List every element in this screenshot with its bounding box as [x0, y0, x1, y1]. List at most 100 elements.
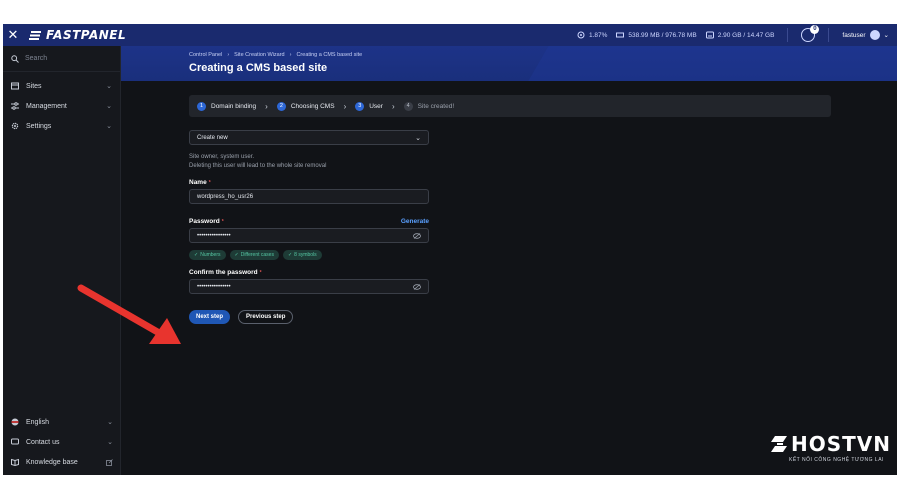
step-label: User: [369, 102, 383, 110]
name-field[interactable]: wordpress_ho_usr26: [189, 189, 429, 204]
note-line: Deleting this user will lead to the whol…: [189, 163, 327, 169]
external-link-icon: [106, 458, 113, 466]
select-value: Create new: [197, 134, 228, 141]
book-icon: [11, 458, 19, 466]
confirm-password-label: Confirm the password *: [189, 269, 429, 276]
form-actions: Next step Previous step: [189, 310, 429, 324]
sidebar-item-label: Management: [26, 102, 67, 110]
sidebar-item-knowledge-base[interactable]: Knowledge base: [3, 452, 121, 472]
chevron-down-icon: ⌄: [415, 134, 421, 142]
sidebar-item-sites[interactable]: Sites ⌄: [3, 76, 120, 96]
search-input[interactable]: Search: [25, 55, 47, 62]
chip-label: 8 symbols: [294, 252, 317, 258]
notifications-icon[interactable]: 0: [801, 25, 820, 42]
password-field[interactable]: ••••••••••••••••: [189, 228, 429, 243]
disk-stat: 2.90 GB / 14.47 GB: [705, 31, 774, 39]
memory-value: 538.99 MB / 976.78 MB: [628, 31, 697, 39]
app-window: ✕ FASTPANEL 1.87% 538.99 MB / 976.78 MB …: [3, 24, 897, 475]
eye-off-icon[interactable]: [413, 283, 421, 290]
sidebar-item-settings[interactable]: Settings ⌄: [3, 116, 120, 136]
chip-label: Different cases: [240, 252, 274, 258]
sidebar: Search Sites ⌄ Management ⌄ Settings ⌄ E…: [3, 46, 121, 475]
chevron-right-icon: ›: [391, 101, 395, 111]
avatar: [869, 30, 880, 40]
logo-mark-icon: [29, 30, 41, 40]
name-label: Name *: [189, 179, 429, 186]
disk-icon: [705, 31, 714, 39]
note-line: Site owner, system user.: [189, 154, 255, 160]
user-menu[interactable]: fastuser ⌄: [842, 30, 889, 40]
check-icon: ✓: [234, 252, 239, 258]
username: fastuser: [842, 31, 866, 39]
step-user[interactable]: 3 User: [355, 101, 383, 111]
step-number: 3: [355, 101, 365, 111]
chip-label: Numbers: [200, 252, 221, 258]
flag-icon: [11, 418, 19, 426]
brand-name: FASTPANEL: [46, 28, 127, 42]
breadcrumb-item[interactable]: Control Panel: [189, 52, 222, 58]
chevron-down-icon: ⌄: [107, 419, 113, 426]
step-label: Choosing CMS: [290, 102, 335, 110]
sidebar-item-management[interactable]: Management ⌄: [3, 96, 120, 116]
sidebar-item-contact[interactable]: Contact us ⌄: [3, 432, 121, 452]
language-label: English: [26, 418, 49, 426]
sidebar-item-label: Knowledge base: [26, 458, 78, 466]
requirement-chip: ✓ Different cases: [229, 250, 279, 260]
language-selector[interactable]: English ⌄: [3, 412, 121, 432]
breadcrumb-item[interactable]: Site Creation Wizard: [234, 52, 284, 58]
hostvn-watermark: HOSTVN KẾT NỐI CÔNG NGHỆ TƯƠNG LAI: [771, 432, 891, 463]
system-stats: 1.87% 538.99 MB / 976.78 MB 2.90 GB / 14…: [577, 25, 889, 42]
chevron-right-icon: ›: [265, 101, 268, 111]
chevron-right-icon: ›: [343, 101, 347, 111]
search-icon: [11, 54, 19, 63]
memory-stat: 538.99 MB / 976.78 MB: [616, 31, 697, 39]
requirement-chip: ✓ 8 symbols: [282, 250, 322, 260]
close-icon[interactable]: ✕: [3, 24, 23, 46]
check-icon: ✓: [194, 252, 199, 258]
user-form: Create new ⌄ Site owner, system user. De…: [189, 130, 429, 324]
top-bar: ✕ FASTPANEL 1.87% 538.99 MB / 976.78 MB …: [3, 24, 897, 46]
chevron-down-icon: ⌄: [106, 83, 112, 90]
breadcrumb-separator: ›: [289, 52, 292, 58]
required-mark: *: [221, 218, 224, 225]
wizard-steps: 1 Domain binding › 2 Choosing CMS › 3 Us…: [189, 95, 831, 117]
step-site-created: 4 Site created!: [403, 101, 455, 111]
step-choosing-cms[interactable]: 2 Choosing CMS: [276, 101, 335, 111]
password-requirements: ✓ Numbers ✓ Different cases ✓ 8 symbols: [189, 250, 429, 260]
step-label: Domain binding: [211, 102, 257, 110]
eye-off-icon[interactable]: [413, 232, 421, 239]
owner-note: Site owner, system user. Deleting this u…: [189, 153, 429, 171]
breadcrumb: Control Panel › Site Creation Wizard › C…: [189, 52, 897, 58]
chevron-down-icon: ⌄: [883, 32, 889, 39]
sidebar-item-label: Contact us: [26, 438, 60, 446]
user-mode-select[interactable]: Create new ⌄: [189, 130, 429, 145]
step-domain-binding[interactable]: 1 Domain binding: [197, 101, 257, 111]
breadcrumb-item: Creating a CMS based site: [296, 52, 363, 58]
previous-step-button[interactable]: Previous step: [238, 310, 294, 324]
name-value: wordpress_ho_usr26: [197, 193, 254, 200]
hostvn-logo: HOSTVN: [771, 432, 891, 456]
sidebar-item-label: Settings: [26, 122, 52, 130]
fastpanel-logo[interactable]: FASTPANEL: [29, 28, 126, 42]
generate-password-link[interactable]: Generate: [401, 218, 429, 225]
hostvn-mark-icon: [771, 436, 787, 452]
password-value: ••••••••••••••••: [197, 232, 231, 239]
sidebar-item-label: Sites: [26, 82, 42, 90]
required-mark: *: [259, 269, 262, 276]
breadcrumb-separator: ›: [227, 52, 230, 58]
next-step-button[interactable]: Next step: [189, 310, 231, 324]
requirement-chip: ✓ Numbers: [189, 250, 226, 260]
step-label: Site created!: [417, 102, 455, 110]
sidebar-search[interactable]: Search: [3, 46, 120, 72]
label-text: Password: [189, 218, 220, 225]
annotation-arrow-icon: [77, 284, 181, 344]
divider: [828, 28, 830, 42]
required-mark: *: [208, 179, 211, 186]
chat-icon: [11, 438, 19, 445]
gear-icon: [11, 122, 19, 130]
confirm-password-field[interactable]: ••••••••••••••••: [189, 279, 429, 294]
confirm-password-value: ••••••••••••••••: [197, 283, 231, 290]
cpu-value: 1.87%: [588, 31, 608, 39]
page-header: Control Panel › Site Creation Wizard › C…: [121, 46, 897, 81]
notifications-badge: 0: [810, 25, 820, 34]
